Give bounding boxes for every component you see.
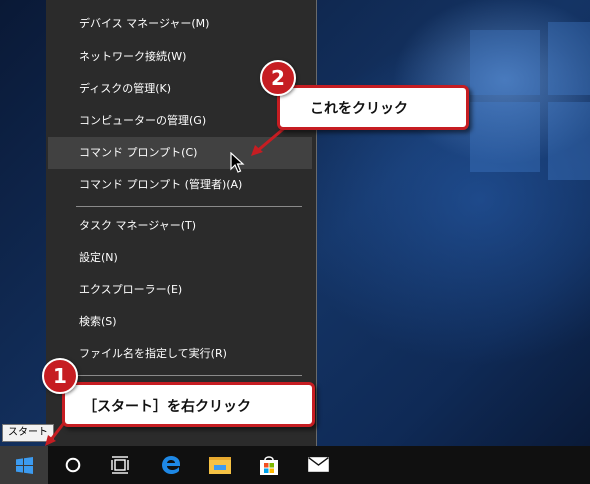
callout-step1-text: ［スタート］を右クリック [83,399,251,415]
menu-item-command-prompt-admin[interactable]: コマンド プロンプト (管理者)(A) [48,169,312,201]
wallpaper-window-pane [470,102,540,172]
callout-step2-text: これをクリック [310,101,408,117]
file-explorer-button[interactable] [197,446,243,484]
wallpaper-window-pane [548,102,590,180]
menu-item-file-explorer[interactable]: エクスプローラー(E) [48,274,312,306]
start-button[interactable] [0,446,48,484]
menu-separator [76,206,302,207]
file-explorer-icon [209,457,231,474]
callout-step1: ［スタート］を右クリック [62,382,315,427]
menu-item-task-manager[interactable]: タスク マネージャー(T) [48,210,312,242]
cortana-circle-icon [65,457,81,473]
step-badge-1: 1 [42,358,78,394]
store-icon [260,456,278,475]
step-badge-2: 2 [260,60,296,96]
wallpaper-window-pane [470,30,540,95]
store-button[interactable] [246,446,292,484]
taskbar [0,446,590,484]
task-view-button[interactable] [97,446,143,484]
wallpaper-window-pane [548,22,590,95]
callout-step2: これをクリック [277,85,469,130]
menu-item-settings[interactable]: 設定(N) [48,242,312,274]
menu-item-search[interactable]: 検索(S) [48,306,312,338]
menu-separator [76,375,302,376]
mouse-pointer-icon [230,152,245,173]
menu-item-run[interactable]: ファイル名を指定して実行(R) [48,338,312,370]
windows-logo-icon [16,457,33,474]
mail-button[interactable] [295,446,341,484]
task-view-icon [111,456,129,474]
mail-icon [308,457,329,472]
menu-item-device-manager[interactable]: デバイス マネージャー(M) [48,8,312,40]
cortana-button[interactable] [50,446,96,484]
edge-icon [162,456,180,474]
edge-button[interactable] [147,446,193,484]
